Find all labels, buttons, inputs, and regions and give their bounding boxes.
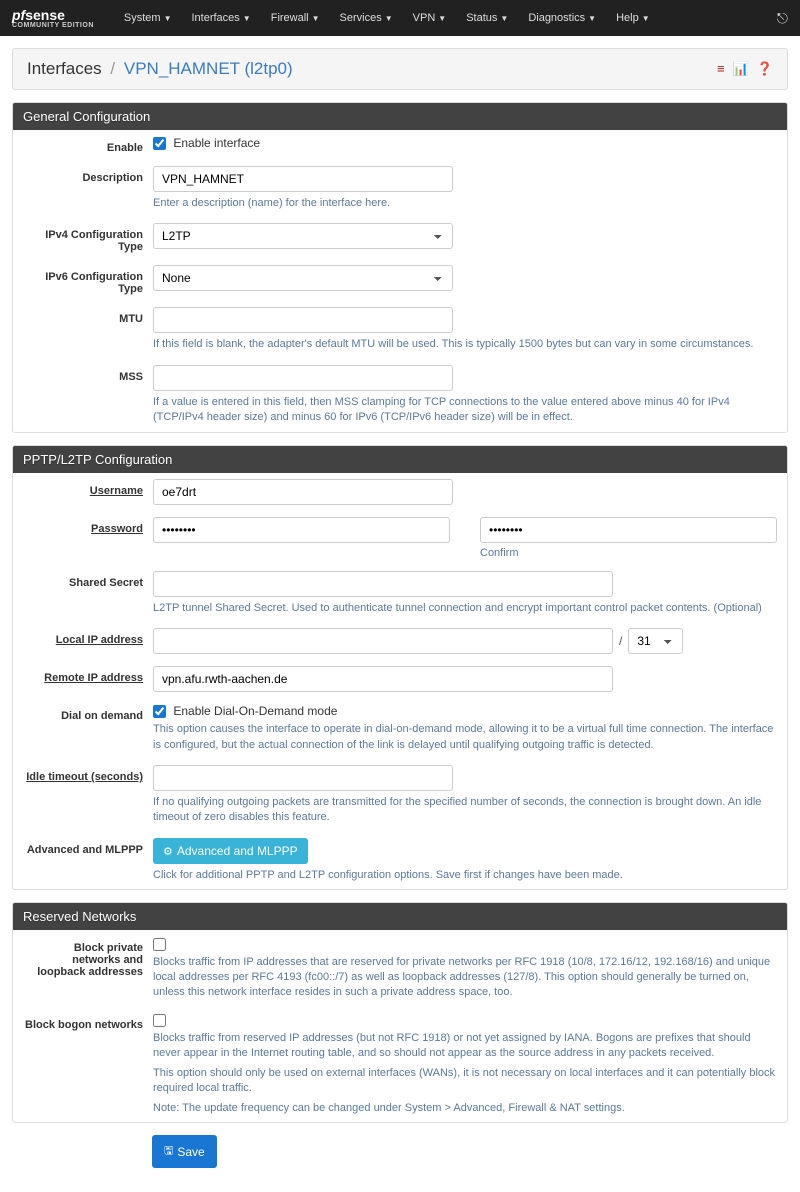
local-ip-subnet-select[interactable]: 31 bbox=[628, 628, 683, 654]
ipv6-label: IPv6 Configuration Type bbox=[23, 265, 153, 295]
nav-vpn[interactable]: VPN▼ bbox=[403, 12, 457, 24]
advanced-help: Click for additional PPTP and L2TP confi… bbox=[153, 868, 777, 883]
caret-down-icon: ▼ bbox=[500, 14, 508, 23]
panel-header-reserved: Reserved Networks bbox=[13, 903, 787, 930]
nav-firewall[interactable]: Firewall▼ bbox=[261, 12, 330, 24]
description-label: Description bbox=[23, 166, 153, 184]
password-confirm-label: Confirm bbox=[480, 547, 777, 559]
panel-header-pptp: PPTP/L2TP Configuration bbox=[13, 446, 787, 473]
advanced-label: Advanced and MLPPP bbox=[23, 838, 153, 856]
breadcrumb-bar: Interfaces / VPN_HAMNET (l2tp0) ≡ 📊 ❓ bbox=[12, 48, 788, 90]
local-ip-label: Local IP address bbox=[23, 628, 153, 646]
nav-services[interactable]: Services▼ bbox=[330, 12, 403, 24]
mtu-input[interactable] bbox=[153, 307, 453, 333]
gear-icon bbox=[163, 844, 173, 858]
block-bogon-help2: This option should only be used on exter… bbox=[153, 1066, 777, 1097]
ipv6-select[interactable]: None bbox=[153, 265, 453, 291]
remote-ip-input[interactable] bbox=[153, 666, 613, 692]
nav-menu: System▼ Interfaces▼ Firewall▼ Services▼ … bbox=[114, 12, 660, 24]
ipv4-label: IPv4 Configuration Type bbox=[23, 223, 153, 253]
dial-label: Dial on demand bbox=[23, 704, 153, 722]
graph-icon[interactable]: 📊 bbox=[733, 61, 749, 77]
idle-input[interactable] bbox=[153, 765, 453, 791]
block-private-help: Blocks traffic from IP addresses that ar… bbox=[153, 955, 777, 1001]
mss-input[interactable] bbox=[153, 365, 453, 391]
logout-icon[interactable]: ⎋ bbox=[777, 10, 788, 27]
caret-down-icon: ▼ bbox=[243, 14, 251, 23]
nav-system[interactable]: System▼ bbox=[114, 12, 182, 24]
top-navbar: pfsense COMMUNITY EDITION System▼ Interf… bbox=[0, 0, 800, 36]
description-help: Enter a description (name) for the inter… bbox=[153, 196, 777, 211]
password-label: Password bbox=[23, 517, 153, 535]
nav-interfaces[interactable]: Interfaces▼ bbox=[181, 12, 260, 24]
panel-header-general: General Configuration bbox=[13, 103, 787, 130]
breadcrumb: Interfaces / VPN_HAMNET (l2tp0) bbox=[27, 59, 293, 79]
block-private-checkbox[interactable] bbox=[153, 938, 166, 951]
block-bogon-help1: Blocks traffic from reserved IP addresse… bbox=[153, 1031, 777, 1062]
password-confirm-input[interactable] bbox=[480, 517, 777, 543]
advanced-mlppp-button[interactable]: Advanced and MLPPP bbox=[153, 838, 308, 864]
idle-label: Idle timeout (seconds) bbox=[23, 765, 153, 783]
caret-down-icon: ▼ bbox=[438, 14, 446, 23]
secret-input[interactable] bbox=[153, 571, 613, 597]
block-private-label: Block private networks and loopback addr… bbox=[23, 936, 153, 978]
caret-down-icon: ▼ bbox=[312, 14, 320, 23]
dial-checkbox-wrap[interactable]: Enable Dial-On-Demand mode bbox=[153, 704, 337, 718]
dial-help: This option causes the interface to oper… bbox=[153, 722, 777, 753]
panel-reserved: Reserved Networks Block private networks… bbox=[12, 902, 788, 1123]
secret-help: L2TP tunnel Shared Secret. Used to authe… bbox=[153, 601, 777, 616]
dial-checkbox[interactable] bbox=[153, 705, 166, 718]
block-bogon-help3: Note: The update frequency can be change… bbox=[153, 1101, 777, 1116]
mss-help: If a value is entered in this field, the… bbox=[153, 395, 777, 426]
caret-down-icon: ▼ bbox=[164, 14, 172, 23]
username-input[interactable] bbox=[153, 479, 453, 505]
mtu-help: If this field is blank, the adapter's de… bbox=[153, 337, 777, 352]
caret-down-icon: ▼ bbox=[642, 14, 650, 23]
block-bogon-checkbox[interactable] bbox=[153, 1014, 166, 1027]
subnet-slash: / bbox=[619, 634, 622, 648]
remote-ip-label: Remote IP address bbox=[23, 666, 153, 684]
save-button[interactable]: Save bbox=[152, 1135, 217, 1168]
username-label: Username bbox=[23, 479, 153, 497]
status-icon[interactable]: ≡ bbox=[717, 61, 725, 77]
caret-down-icon: ▼ bbox=[588, 14, 596, 23]
nav-status[interactable]: Status▼ bbox=[456, 12, 518, 24]
breadcrumb-current[interactable]: VPN_HAMNET (l2tp0) bbox=[124, 59, 293, 78]
block-bogon-label: Block bogon networks bbox=[23, 1013, 153, 1031]
local-ip-input[interactable] bbox=[153, 628, 613, 654]
breadcrumb-root[interactable]: Interfaces bbox=[27, 59, 102, 78]
mtu-label: MTU bbox=[23, 307, 153, 325]
save-icon bbox=[164, 1142, 173, 1161]
enable-checkbox-wrap[interactable]: Enable interface bbox=[153, 136, 260, 150]
caret-down-icon: ▼ bbox=[385, 14, 393, 23]
password-input[interactable] bbox=[153, 517, 450, 543]
enable-label: Enable bbox=[23, 136, 153, 154]
help-icon[interactable]: ❓ bbox=[757, 61, 773, 77]
enable-checkbox[interactable] bbox=[153, 137, 166, 150]
mss-label: MSS bbox=[23, 365, 153, 383]
secret-label: Shared Secret bbox=[23, 571, 153, 589]
nav-help[interactable]: Help▼ bbox=[606, 12, 660, 24]
panel-pptp: PPTP/L2TP Configuration Username Passwor… bbox=[12, 445, 788, 891]
description-input[interactable] bbox=[153, 166, 453, 192]
panel-general: General Configuration Enable Enable inte… bbox=[12, 102, 788, 433]
nav-diagnostics[interactable]: Diagnostics▼ bbox=[518, 12, 606, 24]
idle-help: If no qualifying outgoing packets are tr… bbox=[153, 795, 777, 826]
ipv4-select[interactable]: L2TP bbox=[153, 223, 453, 249]
brand-logo[interactable]: pfsense COMMUNITY EDITION bbox=[12, 8, 94, 29]
